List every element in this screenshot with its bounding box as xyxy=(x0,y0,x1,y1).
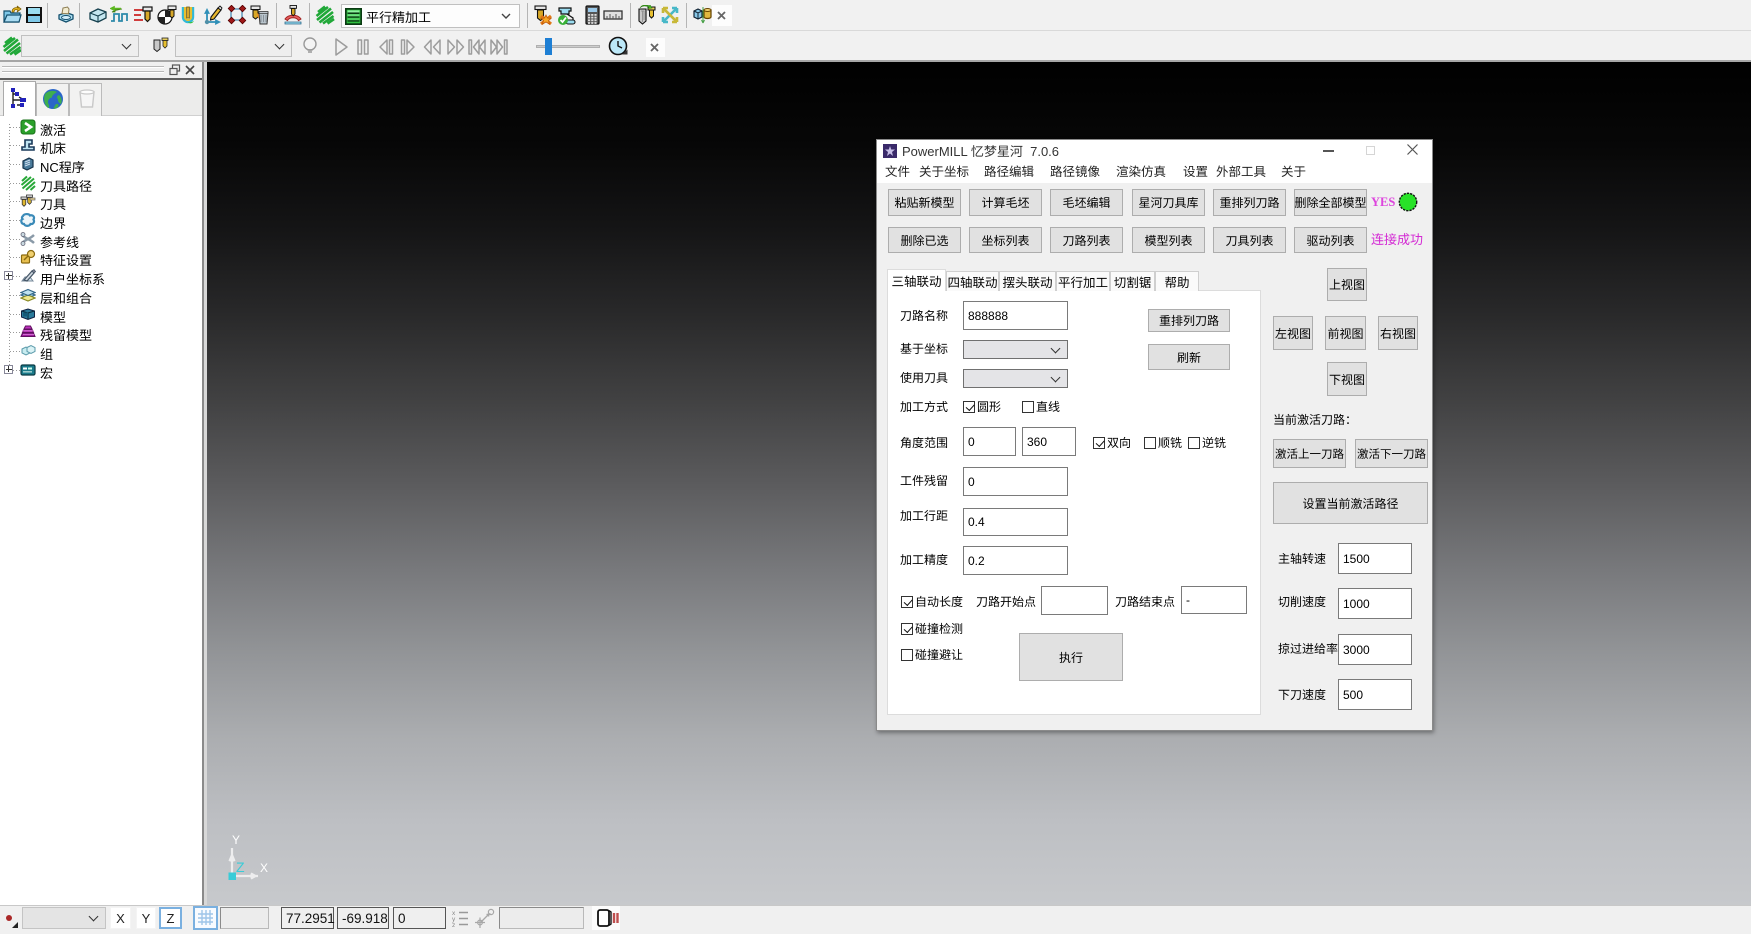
svg-text:z: z xyxy=(452,922,455,927)
svg-text:Z: Z xyxy=(236,859,245,875)
